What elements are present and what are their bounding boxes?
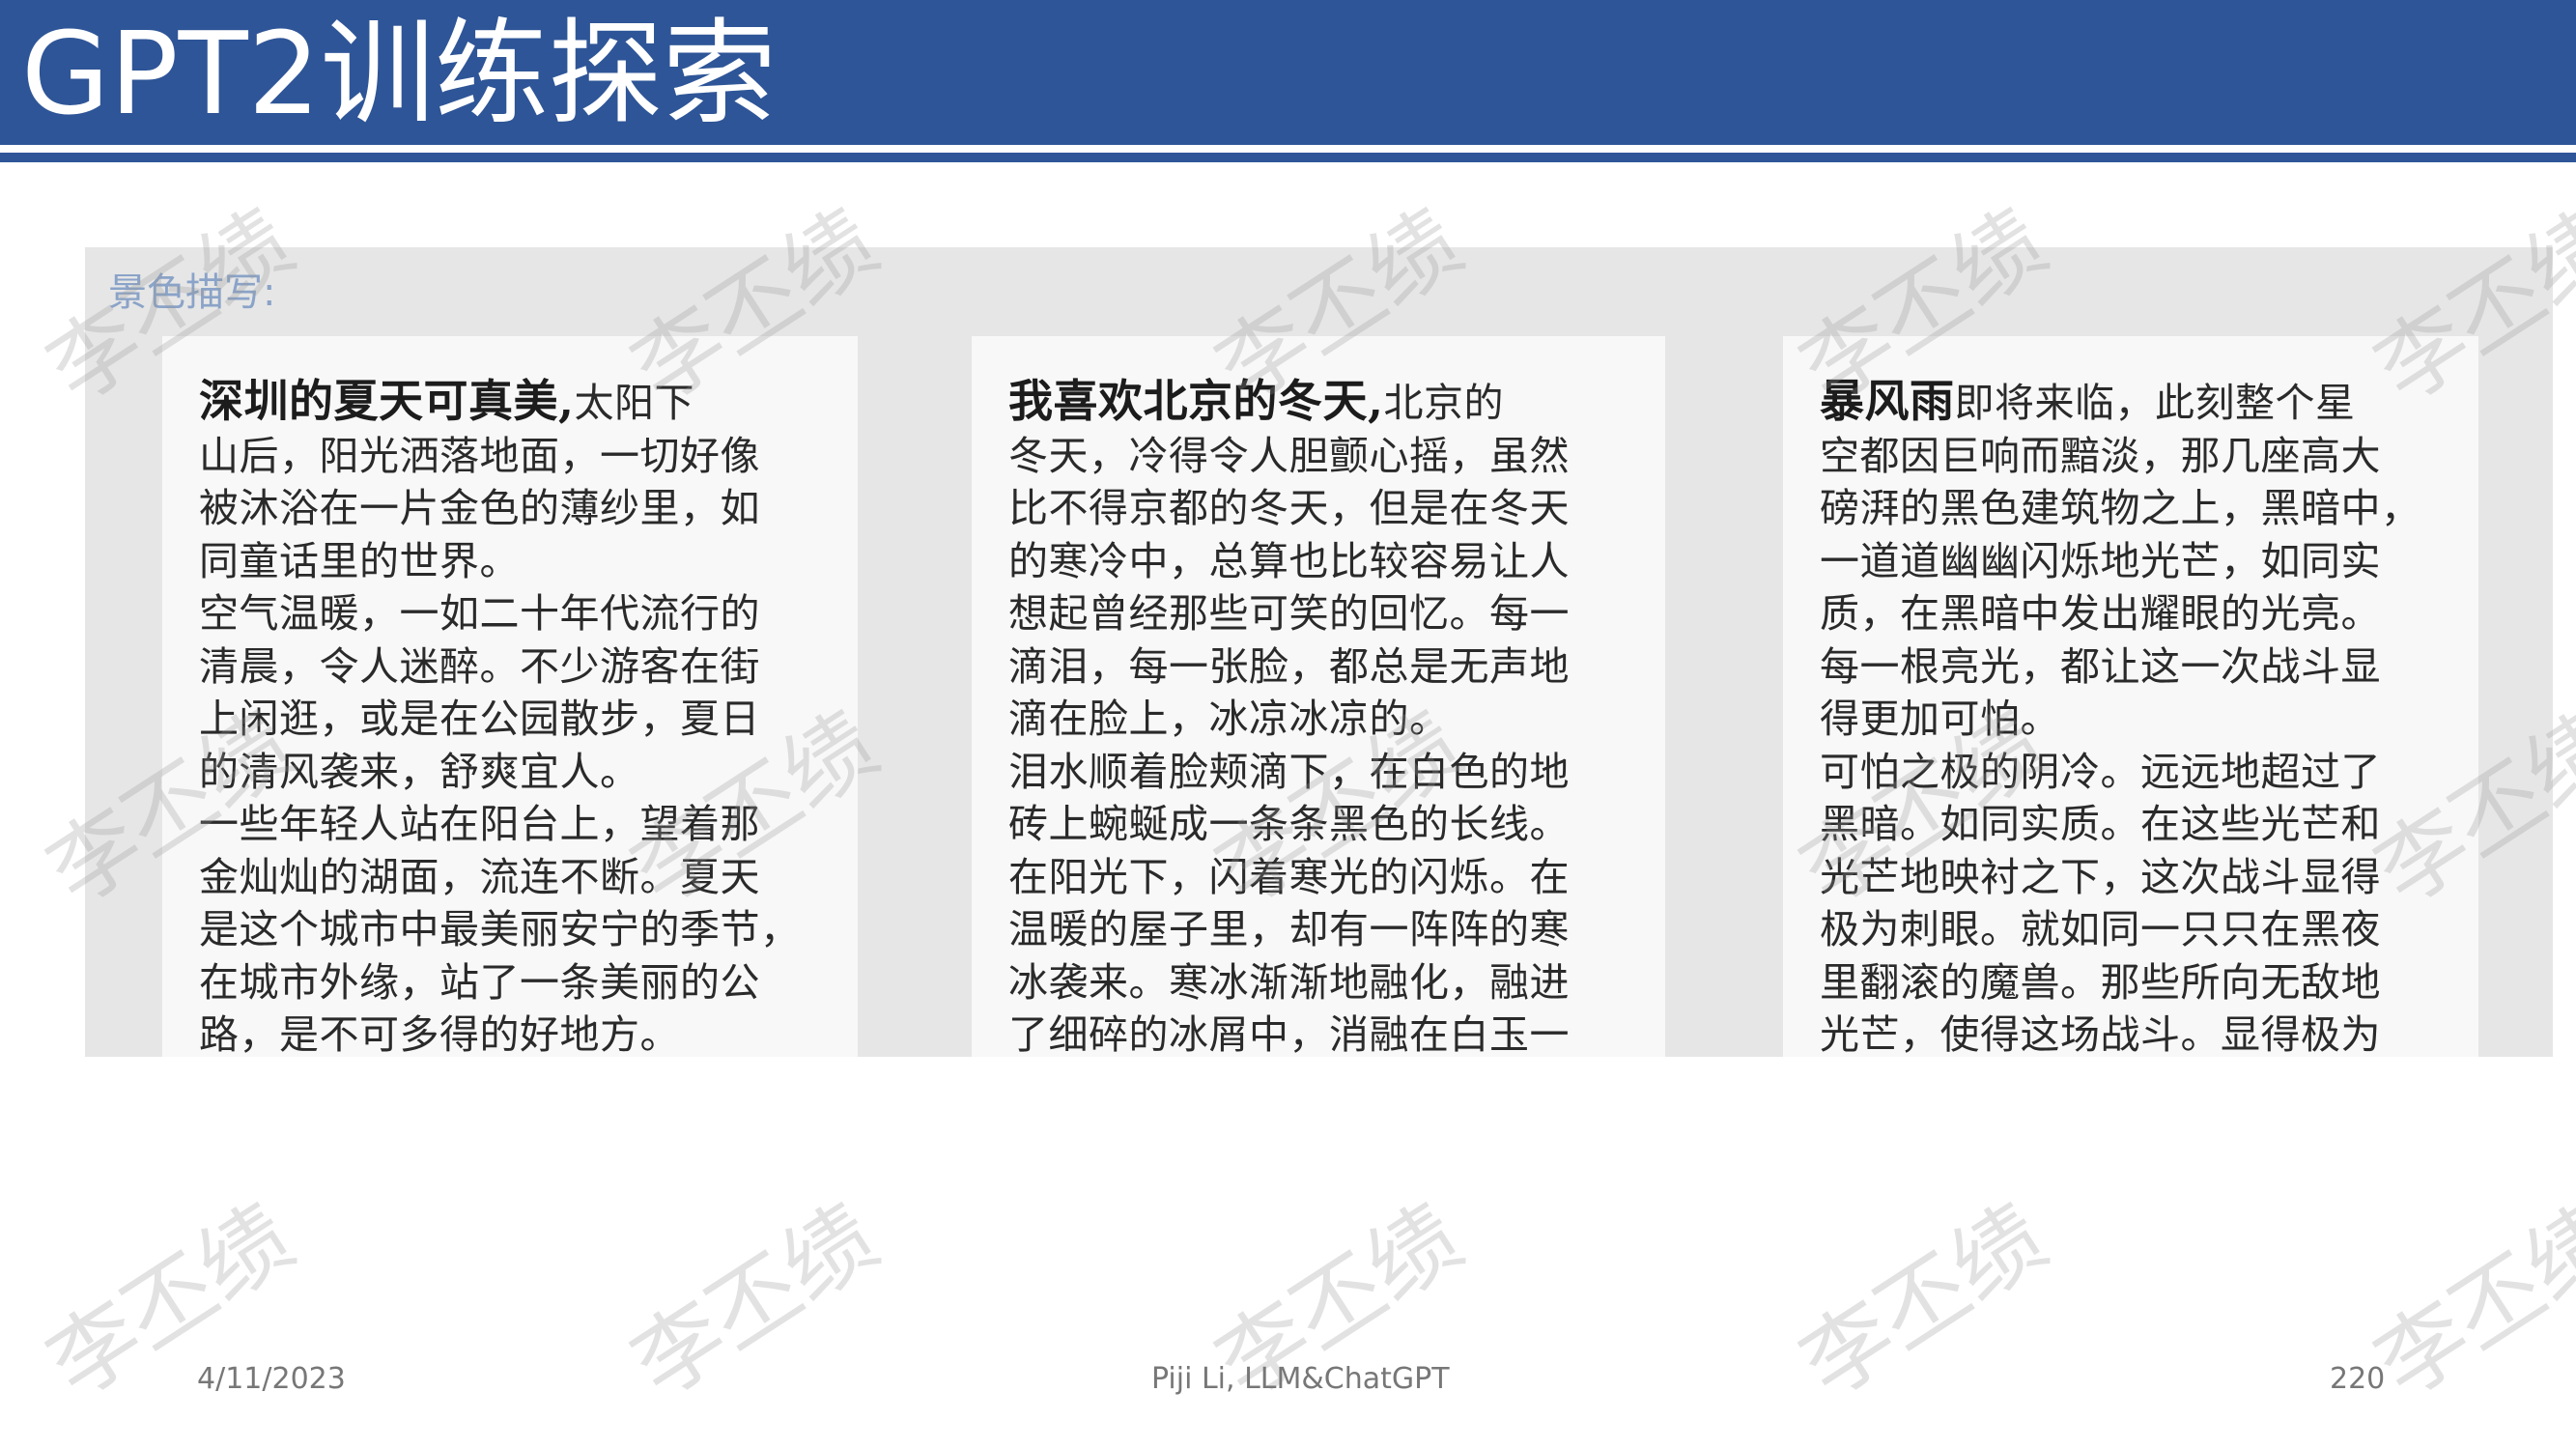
card-line: 想起曾经那些可笑的回忆。每一 bbox=[1008, 590, 1570, 637]
title-underline bbox=[0, 153, 2576, 162]
card-line: 上闲逛，或是在公园散步，夏日 bbox=[199, 696, 760, 742]
card-line: 光芒地映衬之下，这次战斗显得 bbox=[1820, 853, 2381, 900]
card-heading: 暴风雨 bbox=[1820, 375, 1955, 427]
card-line: 光芒，使得这场战斗。显得极为 bbox=[1820, 1011, 2381, 1057]
watermark: 李丕绩 bbox=[1783, 1185, 2064, 1418]
card-first-line: 暴风雨即将来临，此刻整个星 bbox=[1820, 375, 2448, 430]
card-line: 极为刺眼。就如同一只只在黑夜 bbox=[1820, 906, 2381, 952]
card-line: 黑暗。如同实质。在这些光芒和 bbox=[1820, 801, 2381, 847]
card-line: 可怕之极的阴冷。远远地超过了 bbox=[1820, 748, 2381, 795]
card-line: 滴泪，每一张脸，都总是无声地 bbox=[1008, 642, 1570, 690]
card-line: 磅湃的黑色建筑物之上，黑暗中， bbox=[1820, 485, 2421, 531]
watermark: 李丕绩 bbox=[614, 1185, 895, 1418]
card-line: 在城市外缘，站了一条美丽的公 bbox=[199, 958, 760, 1006]
card-line: 空气温暖，一如二十年代流行的 bbox=[199, 590, 760, 637]
footer-author: Piji Li, LLM&ChatGPT bbox=[1151, 1362, 1450, 1396]
card-first-line-rest: 北京的 bbox=[1383, 380, 1505, 426]
card-line: 里翻滚的魔兽。那些所向无敌地 bbox=[1820, 958, 2381, 1006]
card-line: 每一根亮光，都让这一次战斗显 bbox=[1820, 642, 2381, 690]
card-first-line-rest: 太阳下 bbox=[574, 380, 695, 426]
card-line: 在阳光下，闪着寒光的闪烁。在 bbox=[1008, 853, 1570, 900]
page-number: 220 bbox=[2330, 1362, 2386, 1396]
card-line: 一些年轻人站在阳台上，望着那 bbox=[199, 801, 760, 847]
card-line: 是这个城市中最美丽安宁的季节， bbox=[199, 906, 801, 952]
slide-title: GPT2训练探索 bbox=[21, 7, 777, 140]
card-line: 的寒冷中，总算也比较容易让人 bbox=[1008, 537, 1570, 584]
card-line: 温暖的屋子里，却有一阵阵的寒 bbox=[1008, 906, 1570, 952]
text-card-storm: 暴风雨即将来临，此刻整个星 空都因巨响而黯淡，那几座高大 磅湃的黑色建筑物之上，… bbox=[1783, 336, 2478, 1057]
card-first-line: 我喜欢北京的冬天,北京的 bbox=[1008, 375, 1636, 430]
text-card-winter: 我喜欢北京的冬天,北京的 冬天，冷得令人胆颤心摇，虽然 比不得京都的冬天，但是在… bbox=[972, 336, 1665, 1057]
figure-label: 景色描写: bbox=[108, 270, 276, 315]
card-text: 我喜欢北京的冬天,北京的 冬天，冷得令人胆颤心摇，虽然 比不得京都的冬天，但是在… bbox=[1008, 375, 1636, 1057]
card-line: 清晨，令人迷醉。不少游客在街 bbox=[199, 642, 760, 690]
card-line: 比不得京都的冬天，但是在冬天 bbox=[1008, 485, 1570, 531]
card-first-line-rest: 即将来临，此刻整个星 bbox=[1954, 380, 2356, 426]
card-line: 空都因巨响而黯淡，那几座高大 bbox=[1820, 432, 2381, 479]
card-line: 得更加可怕。 bbox=[1820, 696, 2060, 742]
card-line: 同童话里的世界。 bbox=[199, 537, 520, 584]
card-line: 冬天，冷得令人胆颤心摇，虽然 bbox=[1008, 432, 1570, 479]
card-line: 路，是不可多得的好地方。 bbox=[199, 1011, 680, 1057]
card-line: 质，在黑暗中发出耀眼的光亮。 bbox=[1820, 590, 2381, 637]
card-text: 暴风雨即将来临，此刻整个星 空都因巨响而黯淡，那几座高大 磅湃的黑色建筑物之上，… bbox=[1820, 375, 2448, 1057]
card-heading: 深圳的夏天可真美, bbox=[199, 375, 575, 427]
card-heading: 我喜欢北京的冬天, bbox=[1008, 375, 1384, 427]
card-line: 泪水顺着脸颊滴下，在白色的地 bbox=[1008, 748, 1570, 795]
card-line: 了细碎的冰屑中，消融在白玉一 bbox=[1008, 1011, 1570, 1057]
text-card-summer: 深圳的夏天可真美,太阳下 山后，阳光洒落地面，一切好像 被沐浴在一片金色的薄纱里… bbox=[162, 336, 858, 1057]
card-line: 冰袭来。寒冰渐渐地融化，融进 bbox=[1008, 958, 1570, 1006]
card-line: 山后，阳光洒落地面，一切好像 bbox=[199, 432, 760, 479]
card-line: 砖上蜿蜒成一条条黑色的长线。 bbox=[1008, 801, 1570, 847]
card-line: 金灿灿的湖面，流连不断。夏天 bbox=[199, 853, 760, 900]
card-line: 的清风袭来，舒爽宜人。 bbox=[199, 748, 640, 795]
card-line: 一道道幽幽闪烁地光芒，如同实 bbox=[1820, 537, 2381, 584]
card-text: 深圳的夏天可真美,太阳下 山后，阳光洒落地面，一切好像 被沐浴在一片金色的薄纱里… bbox=[199, 375, 827, 1057]
footer-date: 4/11/2023 bbox=[197, 1362, 346, 1396]
card-line: 滴在脸上，冰凉冰凉的。 bbox=[1008, 696, 1450, 742]
card-line: 被沐浴在一片金色的薄纱里，如 bbox=[199, 485, 760, 531]
card-first-line: 深圳的夏天可真美,太阳下 bbox=[199, 375, 827, 430]
